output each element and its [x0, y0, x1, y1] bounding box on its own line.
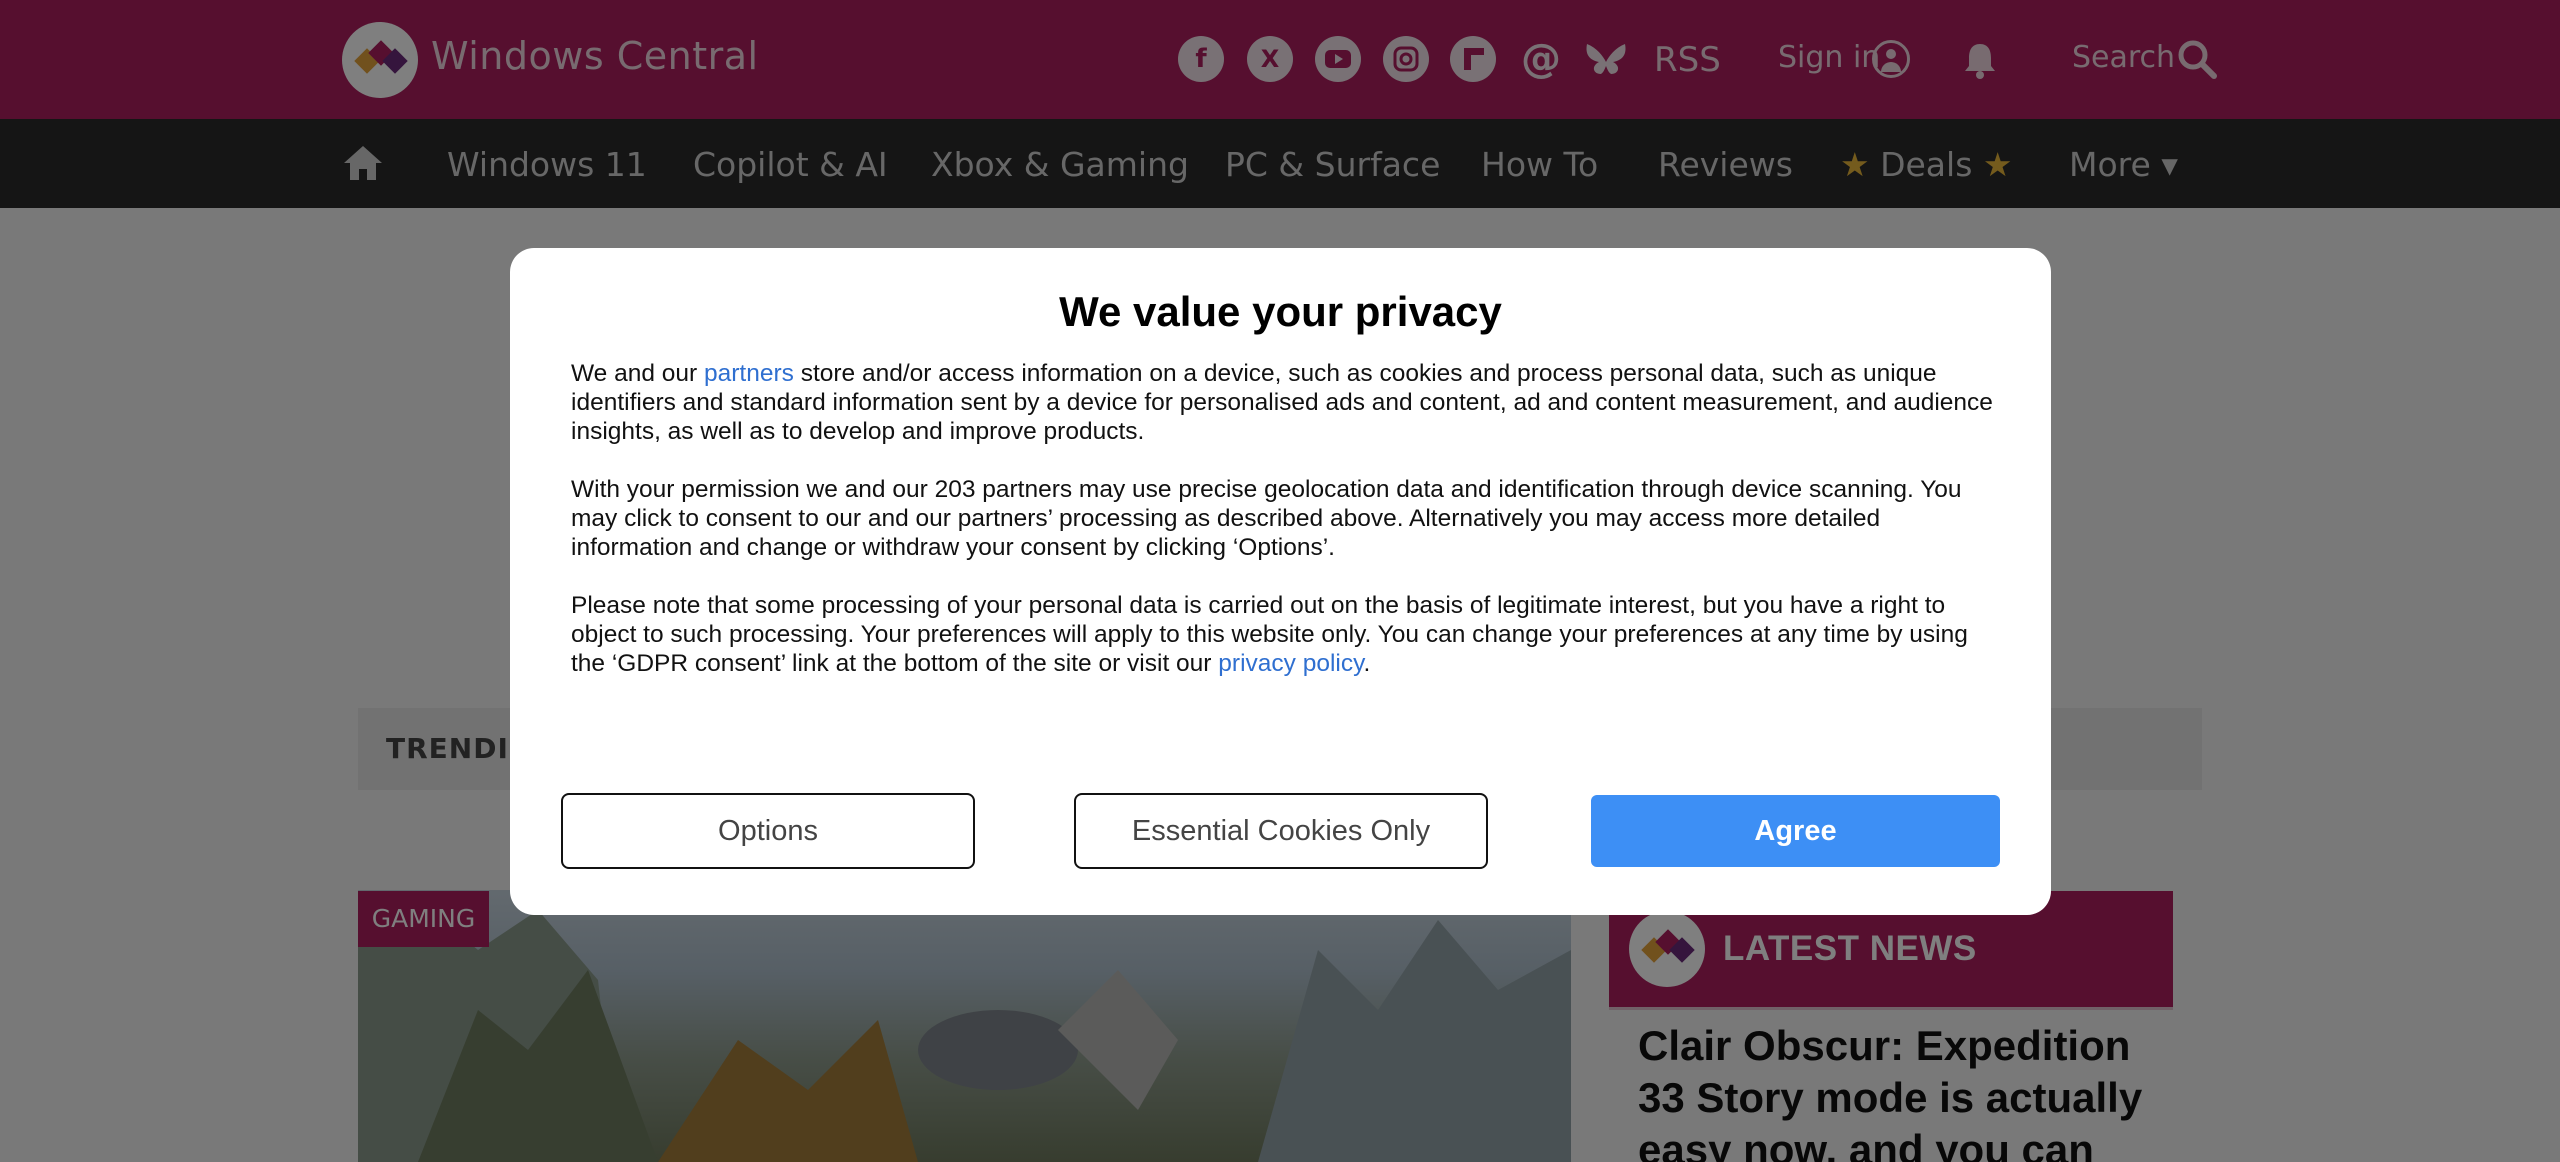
- privacy-policy-link[interactable]: privacy policy: [1218, 650, 1363, 677]
- partners-link[interactable]: partners: [704, 360, 794, 387]
- agree-button[interactable]: Agree: [1591, 795, 2000, 867]
- consent-paragraph-3: Please note that some processing of your…: [571, 591, 2001, 678]
- consent-paragraph-2: With your permission we and our 203 part…: [571, 476, 1962, 561]
- consent-dialog: We value your privacy We and our partner…: [510, 248, 2051, 915]
- options-button[interactable]: Options: [561, 793, 975, 869]
- consent-paragraph-1: We and our partners store and/or access …: [571, 359, 2001, 446]
- essential-cookies-button[interactable]: Essential Cookies Only: [1074, 793, 1488, 869]
- paragraph-text: .: [1363, 650, 1371, 677]
- dialog-title: We value your privacy: [1059, 288, 1502, 335]
- paragraph-text: We and our: [571, 360, 705, 387]
